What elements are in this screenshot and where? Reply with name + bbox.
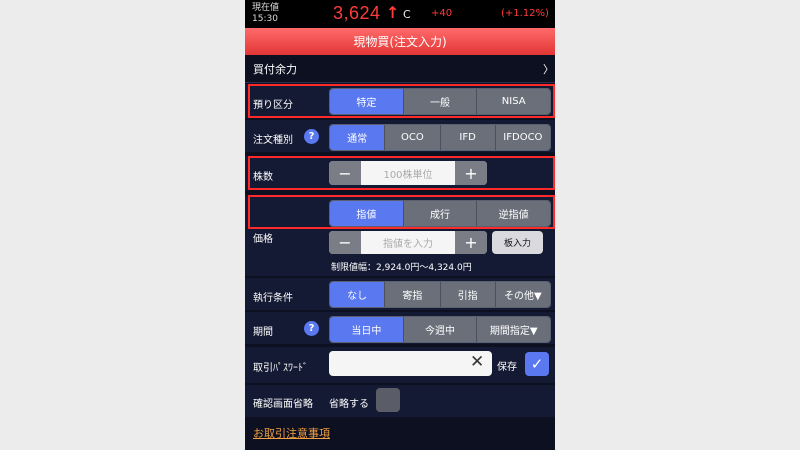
save-password-checkbox[interactable]: ✓ [525,352,549,376]
period-today[interactable]: 当日中 [330,317,403,342]
price-change: +40 [431,8,453,19]
condition-none[interactable]: なし [330,282,385,307]
price-limit-range: 制限値幅：2,924.0円〜4,324.0円 [331,263,472,273]
condition-label: 執行条件 [253,293,293,304]
current-price-label: 現在値 [252,3,280,13]
price-type-limit[interactable]: 指値 [330,201,403,226]
price-time: 15:30 [252,14,278,24]
phone-screen: 現在値 15:30 3,624 ↑ C +40 (+1.12%) 現物買(注文入… [245,0,555,450]
condition-opening[interactable]: 寄指 [384,282,440,307]
skip-confirm-checkbox[interactable] [376,388,400,412]
order-type-segment: 通常 OCO IFD IFDOCO [329,124,551,151]
trading-notes-link[interactable]: お取引注意事項 [253,425,330,441]
password-label: 取引ﾊﾟｽﾜｰﾄﾞ [253,363,308,374]
up-arrow-icon: ↑ [386,3,400,22]
price-type-stop[interactable]: 逆指値 [476,201,550,226]
order-type-label: 注文種別 [253,135,293,146]
price-type-market[interactable]: 成行 [402,201,477,226]
price-type-segment: 指値 成行 逆指値 [329,200,551,227]
order-type-ifd[interactable]: IFD [439,125,495,150]
price-stepper: − 指値を入力 + [329,231,487,254]
price-plus-button[interactable]: + [455,231,487,254]
condition-other-dropdown[interactable]: その他▼ [494,282,550,307]
help-icon[interactable]: ? [304,321,319,336]
shares-label: 株数 [253,172,273,183]
shares-plus-button[interactable]: + [455,161,487,185]
price-change-pct: (+1.12%) [501,8,549,19]
price-input[interactable]: 指値を入力 [361,231,455,254]
password-input[interactable] [329,351,492,376]
deposit-option-ippan[interactable]: 一般 [402,89,477,114]
condition-segment: なし 寄指 引指 その他▼ [329,281,551,308]
deposit-label: 預り区分 [253,100,293,111]
deposit-option-tokutei[interactable]: 特定 [330,89,403,114]
order-type-oco[interactable]: OCO [384,125,440,150]
shares-input[interactable]: 100株単位 [361,161,455,185]
price-flag: C [403,8,411,21]
shares-stepper: − 100株単位 + [329,161,487,185]
deposit-segment: 特定 一般 NISA [329,88,551,115]
period-segment: 当日中 今週中 期間指定▼ [329,316,551,343]
confirm-label: 確認画面省略 [253,399,313,410]
clear-icon[interactable]: ✕ [470,352,484,372]
current-price: 3,624 [333,3,381,23]
buying-power-row[interactable]: 買付余力 〉 [245,55,555,81]
order-type-ifdoco[interactable]: IFDOCO [494,125,550,150]
save-label: 保存 [497,362,517,373]
board-input-button[interactable]: 板入力 [492,231,543,254]
deposit-option-nisa[interactable]: NISA [476,89,550,114]
price-bar: 現在値 15:30 3,624 ↑ C +40 (+1.12%) [245,0,555,28]
period-label: 期間 [253,327,273,338]
condition-closing[interactable]: 引指 [439,282,495,307]
price-minus-button[interactable]: − [329,231,361,254]
chevron-right-icon: 〉 [543,63,554,76]
divider [245,82,555,83]
order-type-normal[interactable]: 通常 [330,125,385,150]
shares-minus-button[interactable]: − [329,161,361,185]
price-label: 価格 [253,234,273,245]
period-this-week[interactable]: 今週中 [402,317,477,342]
buying-power-label: 買付余力 [253,63,297,76]
page-title: 現物買(注文入力) [245,28,555,55]
period-specify-dropdown[interactable]: 期間指定▼ [476,317,550,342]
help-icon[interactable]: ? [304,129,319,144]
skip-checkbox-label: 省略する [329,399,369,410]
